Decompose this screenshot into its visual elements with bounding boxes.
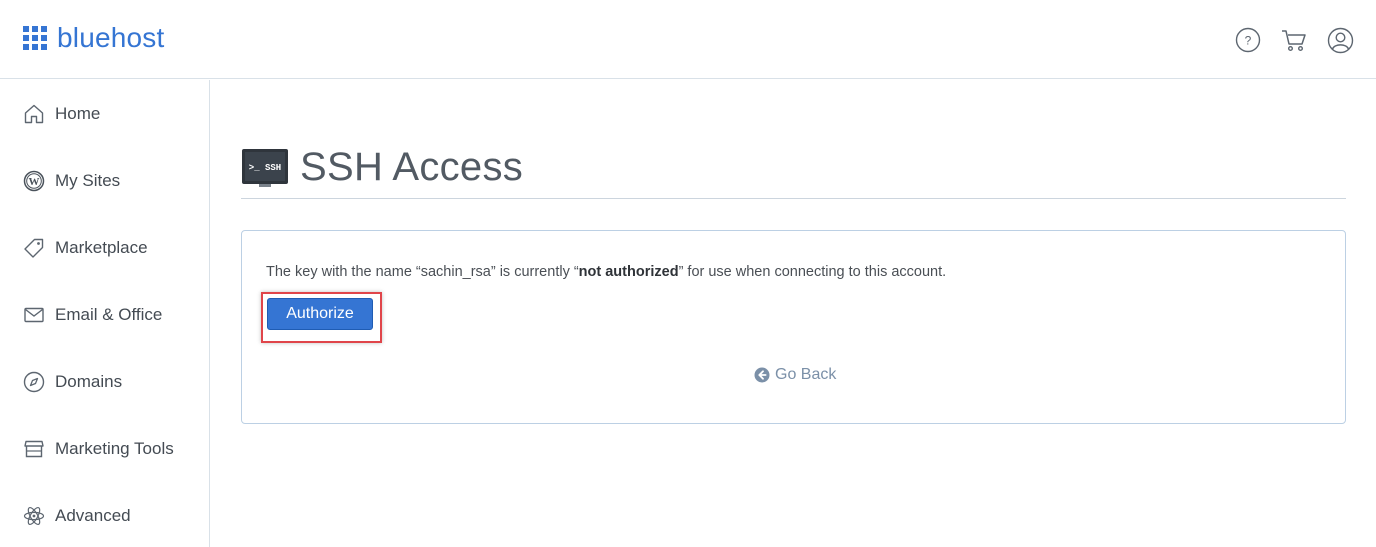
atom-icon bbox=[23, 505, 45, 527]
sidebar-nav: Home W My Sites Marketplace Email & Offi… bbox=[0, 80, 210, 547]
wordpress-icon: W bbox=[23, 170, 45, 192]
title-divider bbox=[241, 198, 1346, 199]
arrow-left-circle-icon bbox=[754, 367, 770, 383]
sidebar-item-label: Marketplace bbox=[55, 238, 148, 257]
message-status: not authorized bbox=[578, 264, 679, 280]
svg-text:?: ? bbox=[1245, 34, 1252, 48]
top-header: bluehost ? bbox=[0, 0, 1376, 79]
account-icon[interactable] bbox=[1326, 26, 1354, 54]
go-back-label: Go Back bbox=[775, 366, 837, 383]
sidebar-item-domains[interactable]: Domains bbox=[23, 367, 122, 397]
sidebar-item-home[interactable]: Home bbox=[23, 99, 100, 129]
authorization-panel: The key with the name “sachin_rsa” is cu… bbox=[241, 230, 1346, 424]
logo-grid-icon bbox=[23, 26, 47, 50]
sidebar-item-label: Email & Office bbox=[55, 305, 163, 324]
sidebar-item-my-sites[interactable]: W My Sites bbox=[23, 166, 120, 196]
home-icon bbox=[23, 103, 45, 125]
envelope-icon bbox=[23, 304, 45, 326]
sidebar-item-label: My Sites bbox=[55, 171, 121, 190]
page-title: SSH Access bbox=[300, 145, 524, 189]
message-prefix: The key with the name “sachin_rsa” is cu… bbox=[266, 264, 579, 280]
go-back-link[interactable]: Go Back bbox=[754, 366, 836, 384]
help-icon[interactable]: ? bbox=[1234, 26, 1262, 54]
sidebar-item-label: Advanced bbox=[55, 506, 131, 525]
sidebar-item-marketing-tools[interactable]: Marketing Tools bbox=[23, 434, 174, 464]
cart-icon[interactable] bbox=[1280, 26, 1308, 54]
sidebar-item-advanced[interactable]: Advanced bbox=[23, 501, 131, 531]
svg-text:W: W bbox=[29, 176, 40, 188]
authorization-message: The key with the name “sachin_rsa” is cu… bbox=[266, 264, 946, 280]
brand-name: bluehost bbox=[57, 22, 165, 53]
authorize-button[interactable]: Authorize bbox=[267, 298, 373, 330]
sidebar-item-label: Marketing Tools bbox=[55, 439, 174, 458]
header-actions: ? bbox=[1216, 26, 1354, 54]
tag-icon bbox=[23, 237, 45, 259]
sidebar-item-label: Home bbox=[55, 104, 101, 123]
sidebar-item-label: Domains bbox=[55, 372, 123, 391]
sidebar-item-email-office[interactable]: Email & Office bbox=[23, 300, 162, 330]
bluehost-logo[interactable]: bluehost bbox=[23, 24, 164, 52]
svg-text:>_ SSH: >_ SSH bbox=[249, 163, 281, 173]
page-header: >_ SSH SSH Access bbox=[241, 140, 523, 194]
ssh-terminal-icon: >_ SSH bbox=[241, 145, 289, 189]
storefront-icon bbox=[23, 438, 45, 460]
sidebar-item-marketplace[interactable]: Marketplace bbox=[23, 233, 148, 263]
compass-icon bbox=[23, 371, 45, 393]
message-suffix: ” for use when connecting to this accoun… bbox=[678, 264, 947, 280]
